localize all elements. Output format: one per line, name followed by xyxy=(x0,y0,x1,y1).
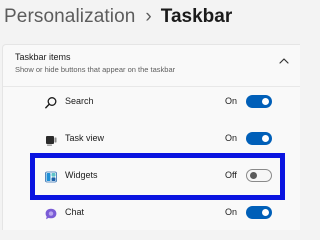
breadcrumb-separator: › xyxy=(145,6,152,27)
toggle-knob xyxy=(262,135,269,142)
task-view-state-text: On xyxy=(225,133,238,143)
widgets-toggle[interactable] xyxy=(246,169,272,182)
search-state-text: On xyxy=(225,96,238,106)
toggle-knob xyxy=(262,98,269,105)
page-title: Taskbar xyxy=(160,6,233,27)
taskbar-item-task-view: Task view On xyxy=(3,122,300,158)
search-label: Search xyxy=(65,96,94,106)
chat-label: Chat xyxy=(65,207,85,217)
taskbar-items-panel: Taskbar items Show or hide buttons that … xyxy=(2,44,300,230)
chat-icon xyxy=(45,208,57,220)
widgets-label: Widgets xyxy=(65,170,98,180)
taskbar-items-header[interactable]: Taskbar items Show or hide buttons that … xyxy=(3,45,300,79)
chevron-up-icon[interactable] xyxy=(279,57,289,65)
widgets-state-text: Off xyxy=(225,170,237,180)
task-view-toggle[interactable] xyxy=(246,132,272,145)
breadcrumb-personalization[interactable]: Personalization xyxy=(4,6,135,28)
toggle-knob xyxy=(262,209,269,216)
section-title: Taskbar items xyxy=(15,52,71,62)
search-icon xyxy=(45,97,57,109)
taskbar-item-chat: Chat On xyxy=(3,196,300,230)
chat-toggle[interactable] xyxy=(246,206,272,219)
task-view-icon xyxy=(46,136,57,146)
section-subtitle: Show or hide buttons that appear on the … xyxy=(15,65,176,74)
settings-page: Personalization › Taskbar Taskbar items … xyxy=(0,0,300,230)
chat-state-text: On xyxy=(225,207,238,217)
task-view-label: Task view xyxy=(65,133,105,143)
taskbar-item-widgets: Widgets Off xyxy=(3,159,300,195)
widgets-icon xyxy=(45,171,57,183)
toggle-knob xyxy=(250,172,257,179)
taskbar-item-search: Search On xyxy=(3,85,300,121)
search-toggle[interactable] xyxy=(246,95,272,108)
breadcrumb: Personalization › Taskbar xyxy=(4,5,232,29)
